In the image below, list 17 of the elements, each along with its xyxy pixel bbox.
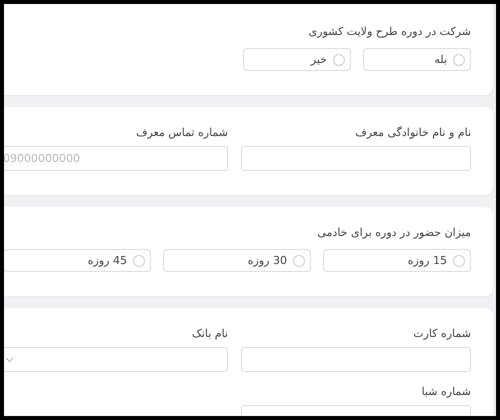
field-label: نام بانک xyxy=(192,326,228,342)
radio-option[interactable]: 15 روزه xyxy=(323,249,471,272)
radio-option[interactable]: 45 روزه xyxy=(4,249,151,272)
field-label: نام و نام خانوادگی معرف xyxy=(355,125,471,141)
input-field[interactable] xyxy=(241,347,471,372)
field-label: شماره کارت xyxy=(413,326,471,342)
input-field[interactable]: 09000000000 xyxy=(4,146,228,171)
radio-option[interactable]: 30 روزه xyxy=(163,249,311,272)
question-label: میزان حضور در دوره برای خادمی xyxy=(317,225,471,241)
select-field[interactable] xyxy=(4,347,228,372)
chevron-down-icon xyxy=(5,356,14,362)
radio-option[interactable]: بله xyxy=(363,48,471,71)
question-label: شرکت در دوره طرح ولایت کشوری xyxy=(308,24,471,40)
radio-option[interactable]: خیر xyxy=(243,48,351,71)
field-label: شماره تماس معرف xyxy=(136,125,228,141)
input-field[interactable] xyxy=(241,146,471,171)
field-label: شماره شبا xyxy=(422,384,471,400)
